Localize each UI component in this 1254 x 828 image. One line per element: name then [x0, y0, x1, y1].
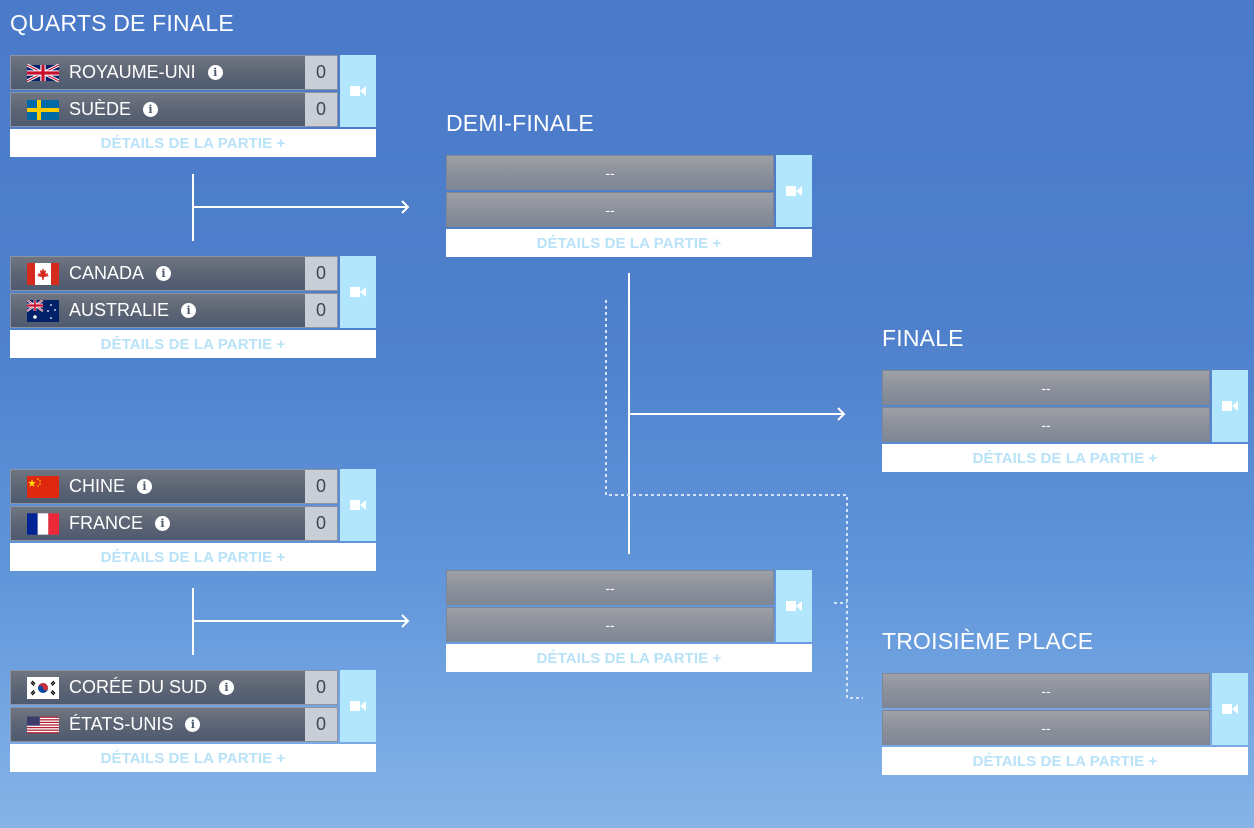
- bracket-connectors: [192, 174, 863, 699]
- connector-third-place-dotted: [605, 300, 863, 699]
